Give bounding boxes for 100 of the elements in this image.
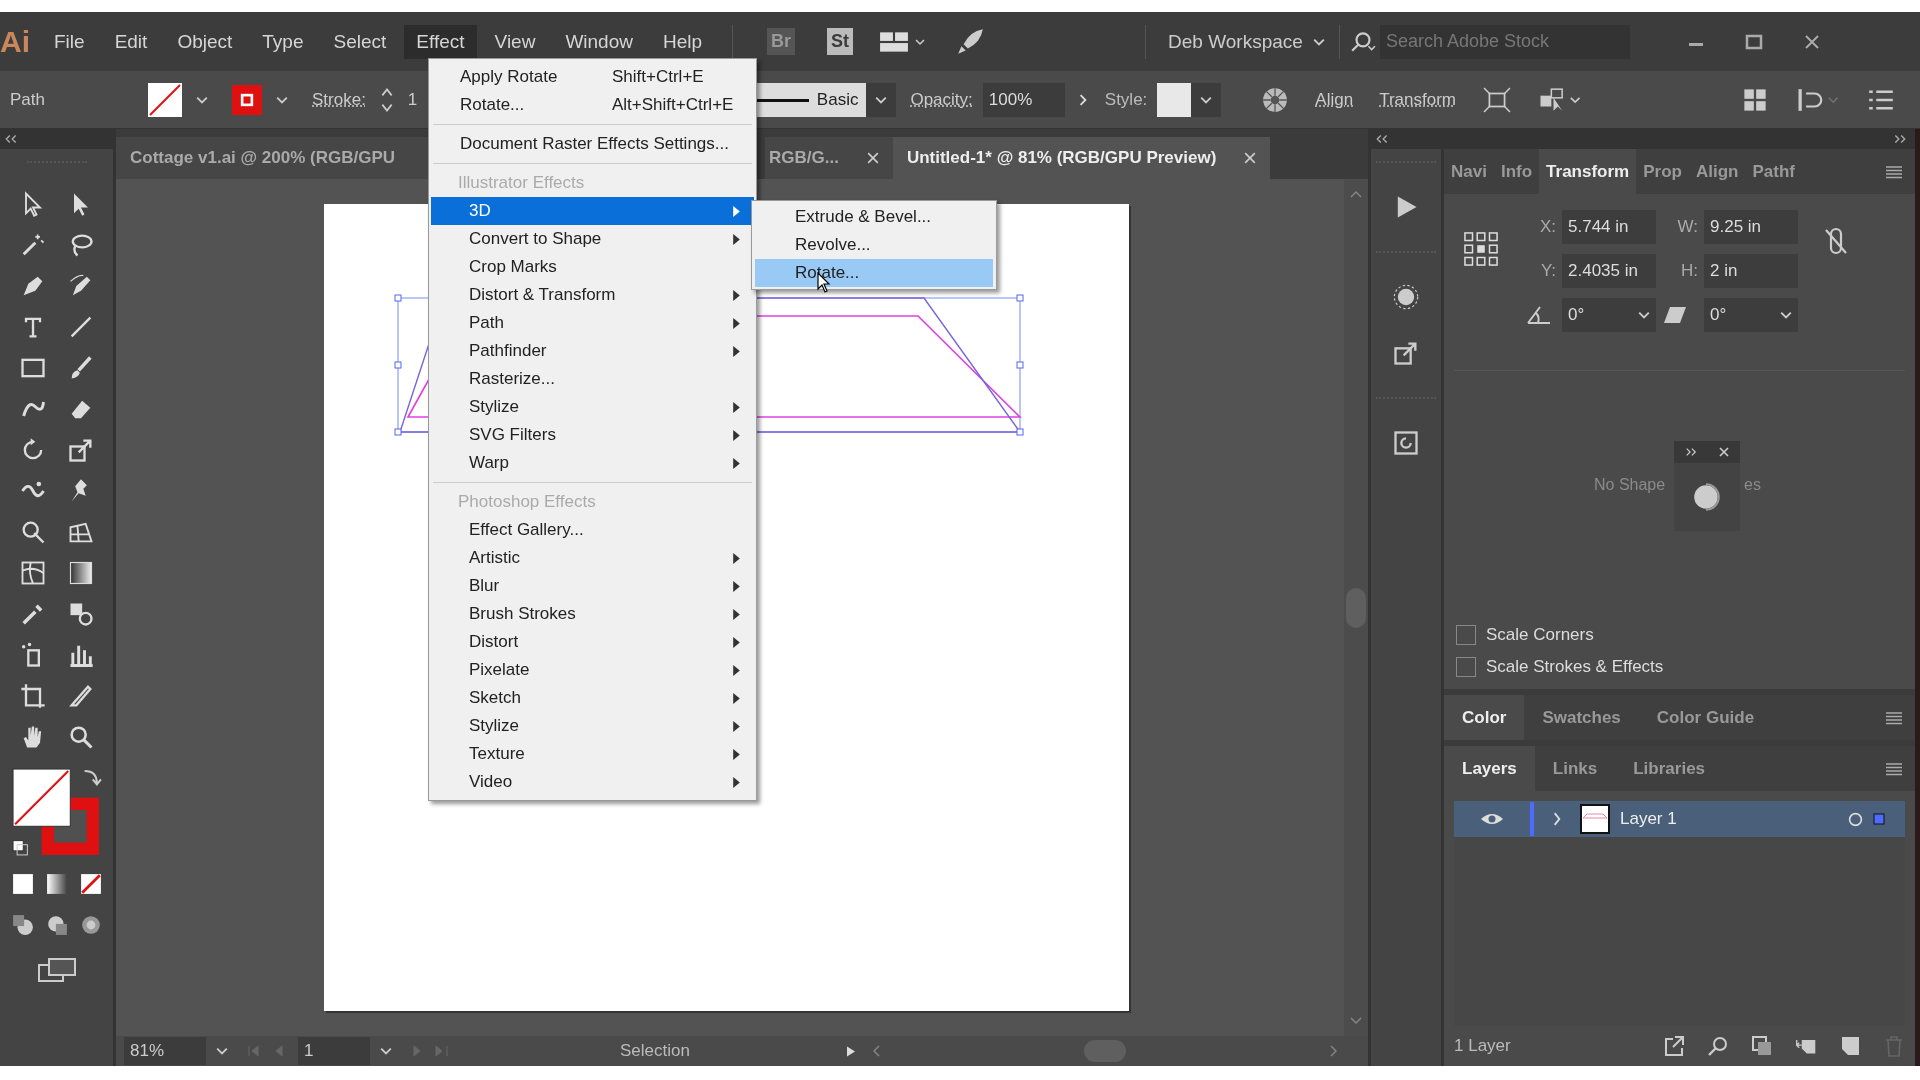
checkbox-label[interactable]: Scale Corners	[1486, 625, 1594, 645]
fill-swatch[interactable]	[148, 82, 182, 117]
close-icon[interactable]	[866, 152, 879, 164]
rotate-angle-field[interactable]: 0°	[1562, 298, 1656, 332]
panel-tab[interactable]: Prop	[1636, 149, 1689, 194]
menu-item[interactable]: SVG Filters	[431, 421, 754, 449]
chevron-down-icon[interactable]	[1638, 311, 1650, 319]
menu-item[interactable]: Extrude & Bevel...	[755, 203, 993, 231]
input-field[interactable]: 2.4035 in	[1562, 254, 1656, 288]
chevron-down-icon[interactable]	[915, 37, 926, 46]
chevron-down-icon[interactable]	[380, 1047, 392, 1055]
scroll-up-icon[interactable]	[1350, 189, 1362, 199]
menu-item[interactable]: Brush Strokes	[431, 600, 754, 628]
search-icon[interactable]	[1349, 30, 1376, 53]
menu-item[interactable]: Texture	[431, 740, 754, 768]
opacity-label[interactable]: Opacity:	[910, 89, 973, 110]
panel-tab[interactable]: Transform	[1539, 149, 1637, 194]
artboard-icon[interactable]	[18, 681, 47, 710]
chevron-down-icon[interactable]	[1780, 311, 1792, 319]
menu-item[interactable]: Effect	[404, 24, 477, 59]
color-mode-icon[interactable]	[11, 872, 34, 895]
menu-item[interactable]: 3D	[431, 197, 754, 225]
menu-item[interactable]: Rasterize...	[431, 365, 754, 393]
input-field[interactable]: 5.744 in	[1562, 210, 1656, 244]
expand-arrows-icon[interactable]	[1684, 447, 1697, 457]
document-tab[interactable]: Untitled-1* @ 81% (RGB/GPU Preview)	[892, 137, 1271, 179]
panel-tab[interactable]: Info	[1493, 149, 1540, 194]
opacity-field[interactable]: 100%	[982, 82, 1065, 117]
selection-handle[interactable]	[1016, 294, 1024, 302]
menu-item[interactable]: Blur	[431, 572, 754, 600]
stroke-weight-field[interactable]: 1	[407, 89, 420, 110]
export-icon[interactable]	[1663, 1035, 1685, 1057]
unlinked-chain-icon[interactable]	[1824, 226, 1848, 256]
workspace-switcher[interactable]: Deb Workspace	[1164, 26, 1329, 57]
close-icon[interactable]	[1244, 152, 1257, 164]
expand-arrows-icon[interactable]	[1893, 134, 1907, 144]
input-field[interactable]: 2 in	[1704, 254, 1798, 288]
menu-item[interactable]: Pathfinder	[431, 337, 754, 365]
clipping-mask-icon[interactable]	[1751, 1035, 1773, 1057]
selection-handle[interactable]	[1016, 428, 1024, 436]
scroll-down-icon[interactable]	[1350, 1016, 1362, 1026]
graphic-style-swatch[interactable]	[1157, 82, 1192, 117]
draw-behind-icon[interactable]	[45, 913, 68, 936]
panel-menu-icon[interactable]	[1885, 164, 1903, 179]
panel-tab[interactable]: Swatches	[1524, 695, 1639, 740]
panel-menu-icon[interactable]	[1885, 710, 1903, 725]
search-field[interactable]: Search Adobe Stock	[1379, 24, 1630, 59]
menu-item[interactable]: Document Raster Effects Settings...	[431, 130, 754, 158]
menu-item[interactable]: Convert to Shape	[431, 225, 754, 253]
input-field[interactable]: 9.25 in	[1704, 210, 1798, 244]
document-tab[interactable]: Cottage v1.ai @ 200% (RGB/GPU	[116, 137, 428, 179]
close-icon[interactable]	[1717, 447, 1730, 457]
chevron-down-icon[interactable]	[216, 1047, 228, 1055]
panel-link[interactable]: Align	[1315, 89, 1354, 110]
align-left-icon[interactable]	[1796, 86, 1840, 113]
menu-item[interactable]: Path	[431, 309, 754, 337]
panel-tab[interactable]: Color Guide	[1638, 695, 1773, 740]
eye-icon[interactable]	[1480, 812, 1504, 826]
menu-item[interactable]: Edit	[102, 24, 160, 59]
checkbox[interactable]	[1456, 625, 1476, 645]
selection-handle[interactable]	[394, 294, 402, 302]
target-circle-icon[interactable]	[1848, 811, 1863, 827]
menu-item[interactable]: Effect Gallery...	[431, 516, 754, 544]
horizontal-scrollbar[interactable]	[872, 1040, 1338, 1062]
sphere-icon[interactable]	[1691, 481, 1723, 513]
panel-tab[interactable]: Navi	[1444, 149, 1494, 194]
rocket-icon[interactable]	[955, 26, 986, 57]
menu-item[interactable]: Window	[553, 24, 645, 59]
selection-handle[interactable]	[1016, 361, 1024, 369]
menu-item[interactable]: Video	[431, 768, 754, 796]
menu-item[interactable]: Stylize	[431, 393, 754, 421]
panel-link[interactable]: Transform	[1379, 89, 1456, 110]
menu-item[interactable]: Artistic	[431, 544, 754, 572]
checkbox-label[interactable]: Scale Strokes & Effects	[1486, 657, 1664, 677]
menu-item[interactable]: Rotate...	[755, 259, 993, 287]
arrange-documents-icon[interactable]	[879, 29, 910, 54]
draw-normal-icon[interactable]	[11, 913, 34, 936]
menu-item[interactable]: Sketch	[431, 684, 754, 712]
menu-item[interactable]: Warp	[431, 449, 754, 477]
menu-item[interactable]: Distort & Transform	[431, 281, 754, 309]
checkbox[interactable]	[1456, 657, 1476, 677]
selection-handle[interactable]	[394, 428, 402, 436]
panel-tab[interactable]: Pathf	[1745, 149, 1802, 194]
new-layer-icon[interactable]	[1839, 1035, 1861, 1057]
menu-item[interactable]: Pixelate	[431, 656, 754, 684]
draw-inside-icon[interactable]	[79, 913, 102, 936]
reference-point-icon[interactable]	[1464, 232, 1498, 266]
layer-row[interactable]: Layer 1	[1454, 801, 1905, 837]
search-icon[interactable]	[1707, 1035, 1729, 1057]
panel-tab[interactable]: Color	[1444, 695, 1525, 740]
menu-item[interactable]: Distort	[431, 628, 754, 656]
menu-item[interactable]: File	[42, 24, 97, 59]
panel-tab[interactable]: Links	[1534, 746, 1616, 791]
recolor-wheel-icon[interactable]	[1261, 85, 1290, 114]
scroll-right-icon[interactable]	[1330, 1045, 1338, 1057]
menu-item[interactable]: Object	[165, 24, 245, 59]
collapse-arrows-icon[interactable]	[1375, 134, 1389, 144]
panel-tab[interactable]: Layers	[1444, 746, 1535, 791]
layer-name[interactable]: Layer 1	[1620, 809, 1848, 829]
panel-tab[interactable]: Libraries	[1615, 746, 1724, 791]
